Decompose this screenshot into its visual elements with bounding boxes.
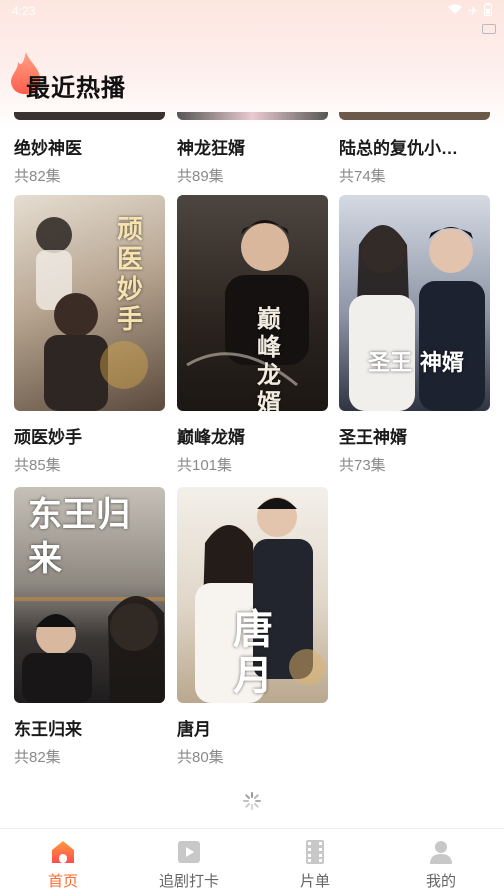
episode-count: 共80集: [177, 749, 224, 766]
drama-title: 巅峰龙婿: [177, 428, 245, 447]
episode-count: 共85集: [14, 457, 61, 474]
episode-count: 共74集: [339, 168, 386, 185]
poster-image: [339, 112, 490, 120]
page-header: 最近热播: [0, 46, 504, 106]
message-icon[interactable]: [482, 24, 496, 34]
film-list-icon: [306, 840, 324, 864]
drama-card[interactable]: 陆总的复仇小… 共74集: [339, 112, 490, 186]
poster-title-text: 巅峰龙婿: [257, 304, 281, 412]
page-title: 最近热播: [26, 75, 126, 102]
poster-title-text: 圣王 神婿: [368, 350, 464, 376]
tab-label: 追剧打卡: [158, 873, 219, 890]
episode-count: 共101集: [177, 457, 233, 474]
drama-card[interactable]: 神龙狂婿 共89集: [177, 112, 328, 186]
poster-image: 东王归来: [14, 487, 165, 703]
episode-count: 共82集: [14, 168, 61, 185]
drama-title: 陆总的复仇小…: [339, 139, 458, 158]
poster-image: [14, 112, 165, 120]
play-icon: [178, 841, 200, 863]
drama-card[interactable]: 巅峰龙婿 巅峰龙婿 共101集: [177, 195, 328, 475]
poster-image: 顽医妙手: [14, 195, 165, 411]
drama-card[interactable]: 东王归来 东王归来 共82集: [14, 487, 165, 767]
drama-title: 东王归来: [14, 720, 82, 739]
poster-title-text: 顽医妙手: [117, 215, 144, 335]
profile-icon: [430, 841, 452, 864]
drama-card[interactable]: 绝妙神医 共82集: [14, 112, 165, 186]
loading-spinner-icon: [243, 792, 261, 810]
drama-title: 顽医妙手: [14, 428, 82, 447]
drama-card[interactable]: 圣王 神婿 圣王神婿 共73集: [339, 195, 490, 475]
battery-icon: [484, 3, 492, 19]
airplane-icon: ✈: [467, 4, 478, 18]
poster-title-text: 东王归来: [28, 495, 130, 579]
poster-image: 圣王 神婿: [339, 195, 490, 411]
drama-title: 神龙狂婿: [177, 139, 245, 158]
episode-count: 共89集: [177, 168, 224, 185]
drama-title: 圣王神婿: [339, 428, 407, 447]
tab-playlist[interactable]: 片单: [252, 829, 378, 896]
bottom-tab-bar: 首页 追剧打卡 片单 我的: [0, 828, 504, 896]
poster-image: [177, 112, 328, 120]
tab-home[interactable]: 首页: [0, 829, 126, 896]
status-icons: ✈: [447, 3, 492, 19]
poster-image: 唐月: [177, 487, 328, 703]
tab-label: 首页: [47, 873, 78, 890]
drama-card[interactable]: 唐月 唐月 共80集: [177, 487, 328, 767]
poster-image: 巅峰龙婿: [177, 195, 328, 411]
poster-title-text: 唐月: [233, 606, 273, 699]
status-time: 4:23: [12, 4, 36, 18]
wifi-icon: [447, 4, 462, 18]
tab-label: 片单: [299, 873, 330, 890]
drama-title: 唐月: [177, 720, 211, 739]
drama-title: 绝妙神医: [14, 139, 82, 158]
drama-card[interactable]: 顽医妙手 顽医妙手 共85集: [14, 195, 165, 475]
status-bar: 4:23 ✈: [0, 0, 504, 22]
tab-profile[interactable]: 我的: [378, 829, 504, 896]
episode-count: 共82集: [14, 749, 61, 766]
tab-checkin[interactable]: 追剧打卡: [126, 829, 252, 896]
episode-count: 共73集: [339, 457, 386, 474]
home-icon: [52, 841, 74, 863]
tab-label: 我的: [425, 873, 456, 890]
